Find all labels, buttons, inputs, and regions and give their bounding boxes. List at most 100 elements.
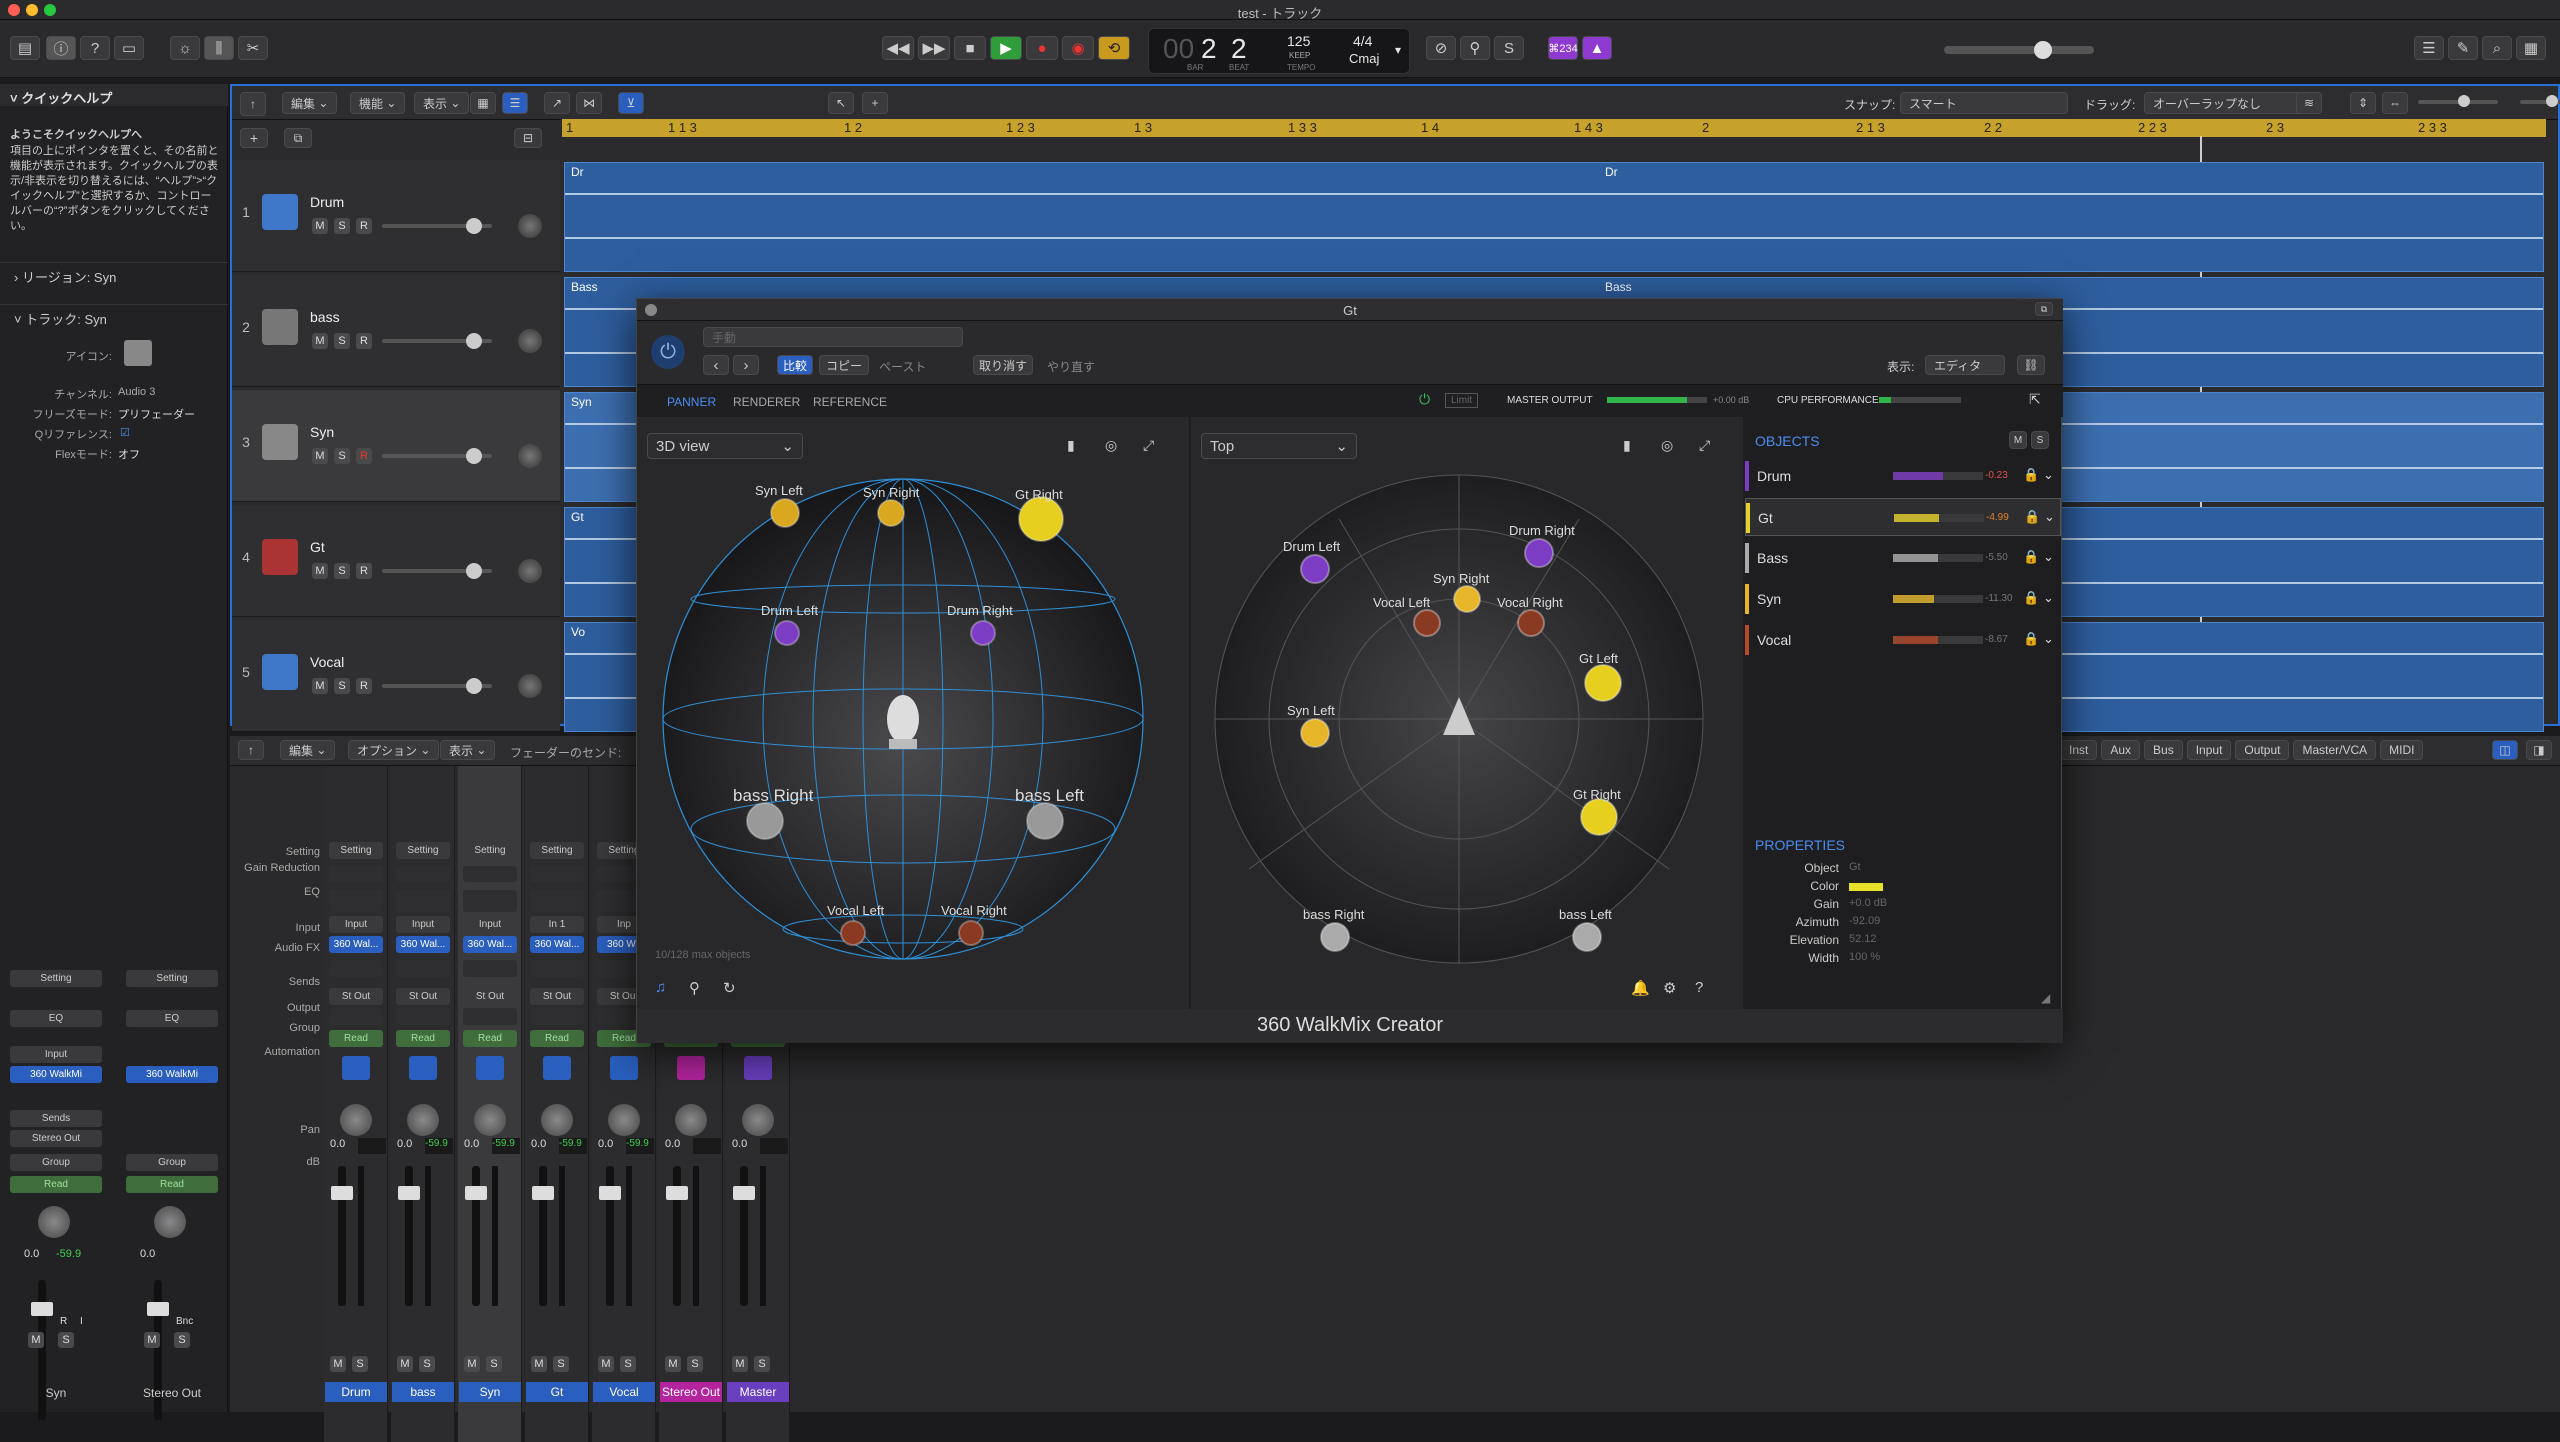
quick-help-header[interactable]: ˅ クイックヘルプ bbox=[0, 84, 228, 106]
track-name[interactable]: Vocal bbox=[310, 654, 344, 670]
input-slot[interactable]: In 1 bbox=[530, 916, 584, 933]
group-slot[interactable] bbox=[329, 1008, 383, 1025]
audio-fx-slot[interactable]: 360 Wal... bbox=[463, 936, 517, 953]
tracks-view-icon[interactable]: ◨ bbox=[2526, 740, 2552, 760]
limit-power-icon[interactable]: ⏻ bbox=[1419, 391, 1430, 408]
automation-button[interactable]: Read bbox=[530, 1030, 584, 1047]
inspector-icon[interactable]: ⓘ bbox=[46, 36, 76, 60]
catch-icon[interactable]: ⊻ bbox=[618, 92, 644, 114]
copy-button[interactable]: コピー bbox=[819, 355, 869, 375]
inspector-fx-slot[interactable]: 360 WalkMi bbox=[126, 1066, 218, 1083]
track-header[interactable]: 2 bass M S R bbox=[232, 275, 560, 387]
inspector-fader-cap[interactable] bbox=[31, 1302, 53, 1316]
compare-button[interactable]: 比較 bbox=[777, 355, 813, 375]
headphones-icon[interactable]: ♫ bbox=[655, 979, 666, 996]
channel-name[interactable]: bass bbox=[392, 1382, 454, 1402]
channel-name[interactable]: Drum bbox=[325, 1382, 387, 1402]
top-expand-icon[interactable]: ⤢ bbox=[1699, 437, 1710, 454]
automation-icon[interactable]: ↗ bbox=[544, 92, 570, 114]
top-object[interactable] bbox=[1453, 585, 1481, 613]
top-object[interactable] bbox=[1572, 922, 1602, 952]
output-slot[interactable]: St Out bbox=[396, 988, 450, 1005]
inspector-automation-button[interactable]: Read bbox=[10, 1176, 102, 1193]
strip-solo-button[interactable]: S bbox=[687, 1356, 703, 1372]
quick-help-icon[interactable]: ? bbox=[80, 36, 110, 60]
track-name[interactable]: Drum bbox=[310, 194, 344, 210]
inspector-eq-button[interactable]: EQ bbox=[126, 1010, 218, 1027]
pan-knob[interactable] bbox=[608, 1104, 640, 1136]
strip-solo-button[interactable]: S bbox=[754, 1356, 770, 1372]
track-name[interactable]: Syn bbox=[310, 424, 334, 440]
strip-solo-button[interactable]: S bbox=[419, 1356, 435, 1372]
horizontal-zoom-slider[interactable] bbox=[2520, 95, 2560, 107]
expand-icon[interactable]: ⤢ bbox=[1143, 437, 1154, 454]
top-object[interactable] bbox=[1300, 554, 1330, 584]
track-pan-knob[interactable] bbox=[518, 444, 542, 468]
object-lock-icon[interactable]: 🔒 bbox=[2024, 509, 2040, 525]
eq-thumbnail[interactable] bbox=[463, 890, 517, 912]
track-name[interactable]: bass bbox=[310, 309, 340, 325]
track-r-button[interactable]: R bbox=[356, 218, 372, 234]
replace-icon[interactable]: ⊘ bbox=[1426, 36, 1456, 60]
track-volume-slider[interactable] bbox=[382, 448, 492, 464]
redo-button[interactable]: やり直す bbox=[1047, 358, 1095, 375]
input-slot[interactable]: Input bbox=[329, 916, 383, 933]
panner-object[interactable] bbox=[958, 920, 984, 946]
strip-solo-button[interactable]: S bbox=[352, 1356, 368, 1372]
track-r-button[interactable]: R bbox=[356, 333, 372, 349]
plugin-power-icon[interactable]: ⏻ bbox=[651, 335, 685, 369]
object-lock-icon[interactable]: 🔒 bbox=[2023, 467, 2039, 483]
setting-button[interactable]: Setting bbox=[396, 842, 450, 859]
volume-fader[interactable] bbox=[398, 1166, 420, 1306]
object-expand-icon[interactable]: ⌄ bbox=[2044, 509, 2055, 525]
track-volume-slider[interactable] bbox=[382, 333, 492, 349]
toolbar-icon[interactable]: ▭ bbox=[114, 36, 144, 60]
pan-knob[interactable] bbox=[340, 1104, 372, 1136]
pan-knob[interactable] bbox=[474, 1104, 506, 1136]
fader-cap[interactable] bbox=[666, 1186, 688, 1200]
inspector-fader-cap[interactable] bbox=[147, 1302, 169, 1316]
second-tool-icon[interactable]: + bbox=[862, 92, 888, 114]
notepad-icon[interactable]: ✎ bbox=[2448, 36, 2478, 60]
property-color-swatch[interactable] bbox=[1849, 883, 1883, 891]
undo-button[interactable]: 取り消す bbox=[973, 355, 1033, 375]
track-m-button[interactable]: M bbox=[312, 333, 328, 349]
strip-solo-button[interactable]: S bbox=[553, 1356, 569, 1372]
volume-fader[interactable] bbox=[733, 1166, 755, 1306]
track-header[interactable]: 1 Drum M S R bbox=[232, 160, 560, 272]
add-track-button[interactable]: + bbox=[240, 128, 268, 148]
view-menu[interactable]: 表示 ⌄ bbox=[414, 92, 470, 114]
top-object[interactable] bbox=[1413, 609, 1441, 637]
drag-dropdown[interactable]: オーバーラップなし bbox=[2144, 92, 2308, 114]
sends-slot[interactable] bbox=[396, 960, 450, 977]
audio-region[interactable]: Dr Dr bbox=[564, 162, 2544, 272]
output-slot[interactable]: St Out bbox=[329, 988, 383, 1005]
eq-thumbnail[interactable] bbox=[396, 890, 450, 912]
pan-knob[interactable] bbox=[541, 1104, 573, 1136]
channel-strip[interactable]: Setting Input 360 Wal... St Out Read 0.0 M S Dru… bbox=[324, 766, 388, 1442]
paste-button[interactable]: ペースト bbox=[879, 358, 926, 375]
channel-value[interactable]: Audio 3 bbox=[118, 386, 155, 398]
vertical-zoom-knob[interactable] bbox=[2458, 95, 2470, 107]
strip-solo-button[interactable]: S bbox=[486, 1356, 502, 1372]
inspector-sends-label[interactable]: Sends bbox=[10, 1110, 102, 1127]
freeze-value[interactable]: プリフェーダー bbox=[118, 406, 195, 422]
track-volume-knob[interactable] bbox=[466, 678, 482, 694]
tab-renderer[interactable]: RENDERER bbox=[733, 395, 800, 409]
eq-thumbnail[interactable] bbox=[530, 890, 584, 912]
track-volume-knob[interactable] bbox=[466, 563, 482, 579]
global-tracks-button[interactable]: ⊟ bbox=[514, 128, 542, 148]
automation-button[interactable]: Read bbox=[463, 1030, 517, 1047]
pan-knob[interactable] bbox=[407, 1104, 439, 1136]
horizontal-zoom-knob[interactable] bbox=[2546, 95, 2558, 107]
track-pan-knob[interactable] bbox=[518, 559, 542, 583]
3d-view-dropdown[interactable]: 3D view ⌄ bbox=[647, 433, 803, 459]
flex-value[interactable]: オフ bbox=[118, 446, 140, 462]
object-gain-bar[interactable] bbox=[1893, 636, 1983, 644]
track-header[interactable]: 5 Vocal M S R bbox=[232, 620, 560, 732]
track-s-button[interactable]: S bbox=[334, 448, 350, 464]
top-object[interactable] bbox=[1320, 922, 1350, 952]
limit-toggle[interactable]: Limit bbox=[1445, 393, 1479, 408]
input-slot[interactable]: Input bbox=[463, 916, 517, 933]
object-row[interactable]: Bass -5.50 🔒 ⌄ bbox=[1745, 539, 2061, 577]
